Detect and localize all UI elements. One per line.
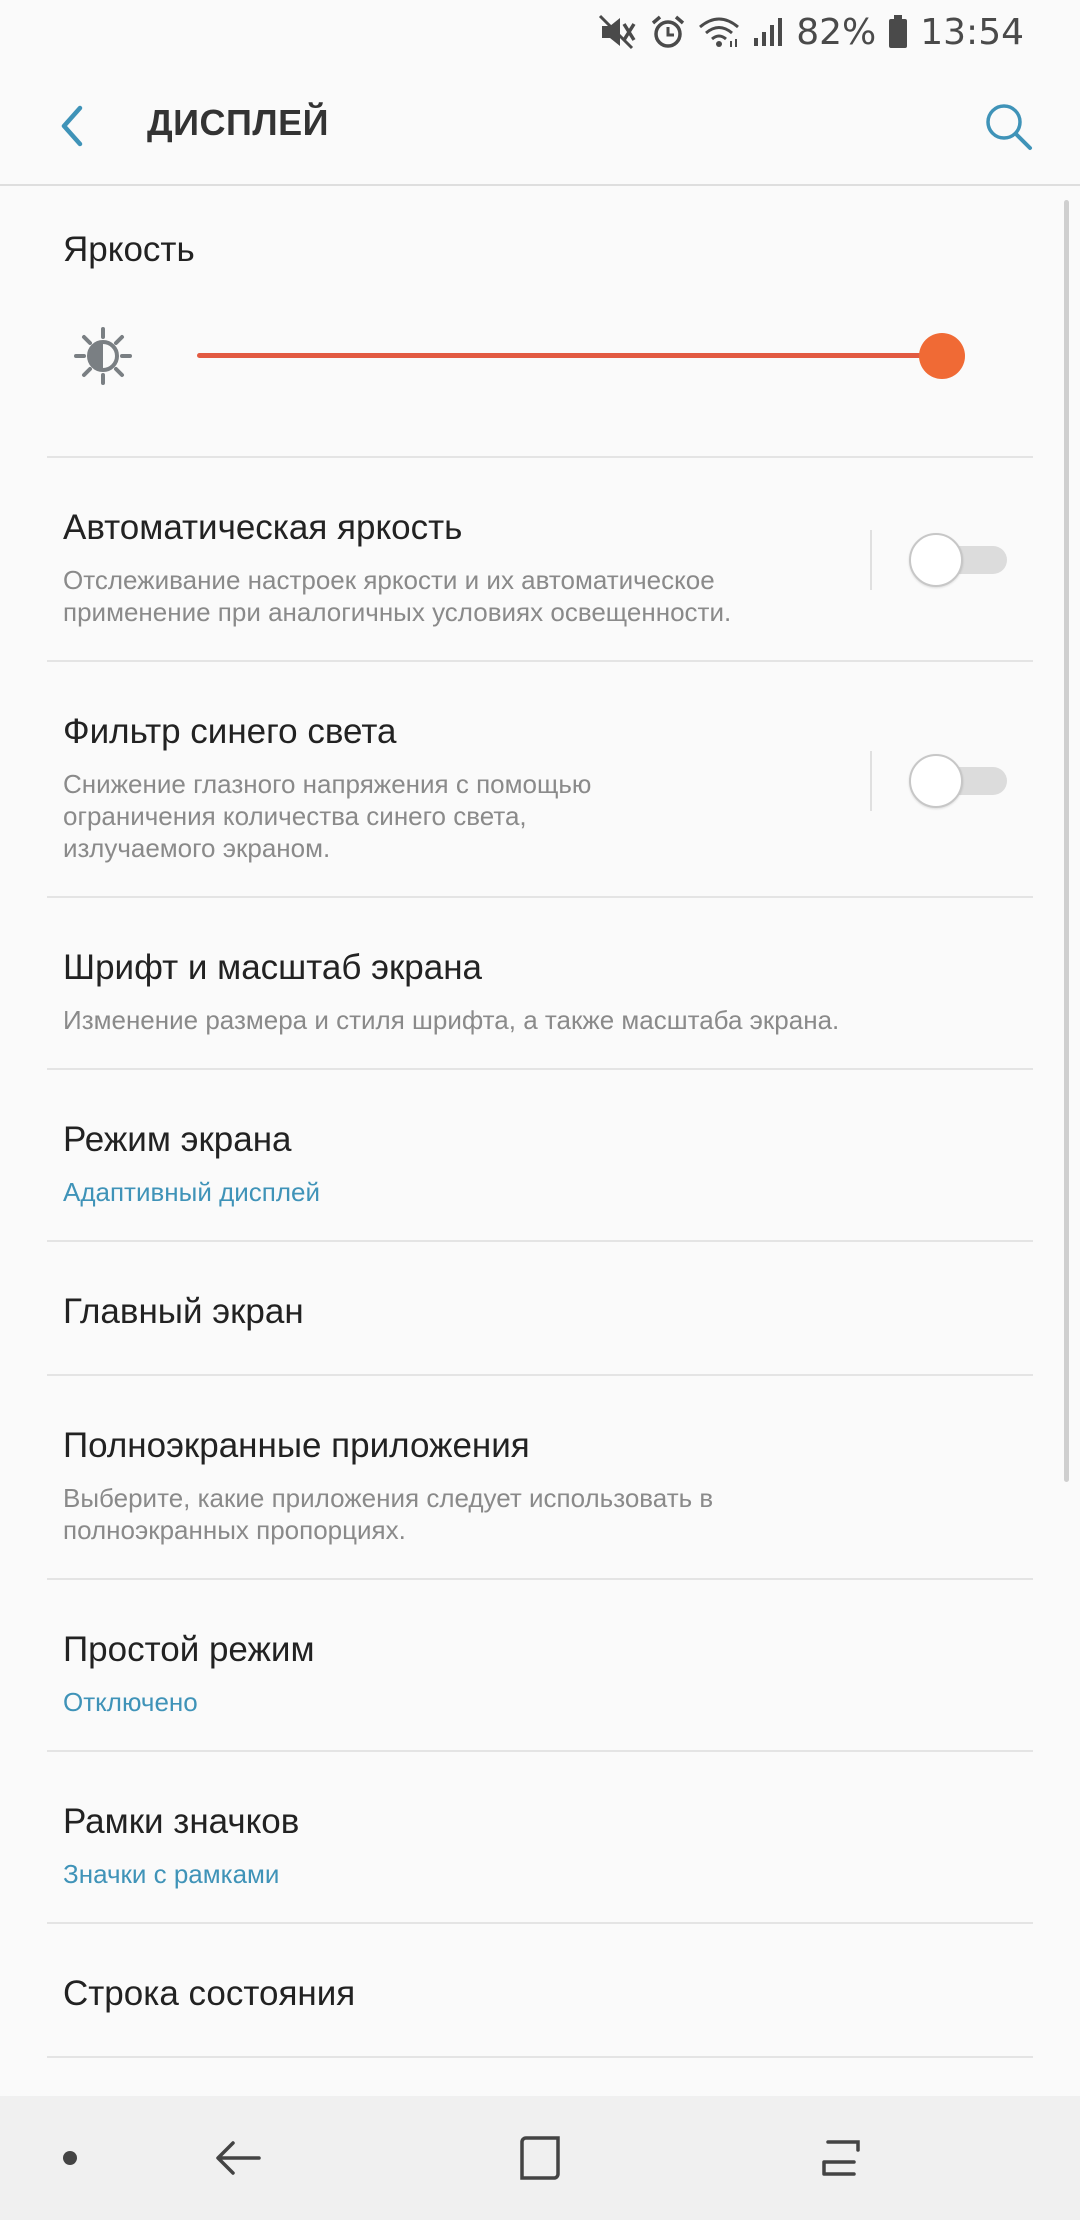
- brightness-icon: [74, 327, 132, 385]
- setting-title: Полноэкранные приложения: [63, 1426, 530, 1465]
- dot-icon: [63, 2151, 77, 2165]
- brightness-section: Яркость: [47, 186, 1033, 458]
- setting-title: Фильтр синего света: [63, 712, 397, 751]
- setting-fullscreen-apps[interactable]: Полноэкранные приложения Выберите, какие…: [47, 1376, 1033, 1580]
- alarm-icon: [650, 14, 686, 50]
- chevron-left-icon: [61, 105, 83, 147]
- brightness-slider-track[interactable]: [197, 353, 947, 358]
- setting-subtitle: Изменение размера и стиля шрифта, а такж…: [63, 1005, 840, 1035]
- setting-subtitle: Отслеживание настроек яркости и их автом…: [63, 565, 732, 627]
- setting-title: Главный экран: [63, 1292, 304, 1331]
- setting-icon-frames[interactable]: Рамки значков Значки с рамками: [47, 1752, 1033, 1924]
- settings-list: Яркость Автоматическая яркость Отслежива…: [0, 186, 1080, 2096]
- signal-icon: [752, 16, 784, 48]
- back-arrow-icon: [216, 2141, 261, 2175]
- navigation-bar: [0, 2096, 1080, 2220]
- setting-subtitle-line: ограничения количества синего света,: [63, 801, 527, 831]
- setting-title: Режим экрана: [63, 1120, 292, 1159]
- setting-subtitle: Выберите, какие приложения следует испол…: [63, 1483, 714, 1545]
- wifi-icon: [698, 15, 740, 49]
- setting-value: Отключено: [63, 1687, 198, 1717]
- setting-title: Шрифт и масштаб экрана: [63, 948, 483, 987]
- clock: 13:54: [920, 11, 1024, 53]
- setting-font-scale[interactable]: Шрифт и масштаб экрана Изменение размера…: [47, 898, 1033, 1070]
- auto-brightness-toggle[interactable]: [909, 533, 1009, 587]
- brightness-slider-thumb[interactable]: [919, 333, 965, 379]
- blue-light-filter-toggle[interactable]: [909, 754, 1009, 808]
- setting-home-screen[interactable]: Главный экран: [47, 1242, 1033, 1376]
- setting-value: Адаптивный дисплей: [63, 1177, 321, 1207]
- setting-subtitle-line: излучаемого экраном.: [63, 833, 331, 863]
- nav-dot-button[interactable]: [30, 2118, 110, 2198]
- status-bar: 82% 13:54: [0, 0, 1080, 64]
- setting-status-bar[interactable]: Строка состояния: [47, 1924, 1033, 2058]
- recents-icon: [822, 2140, 860, 2176]
- battery-percent: 82%: [796, 11, 877, 53]
- page-title: ДИСПЛЕЙ: [147, 102, 330, 143]
- setting-blue-light-filter[interactable]: Фильтр синего света Снижение глазного на…: [47, 662, 1033, 898]
- nav-home-button[interactable]: [500, 2118, 580, 2198]
- nav-recents-button[interactable]: [802, 2118, 882, 2198]
- toggle-divider: [870, 530, 872, 590]
- setting-title: Простой режим: [63, 1630, 315, 1669]
- app-bar: ДИСПЛЕЙ: [0, 64, 1080, 186]
- setting-subtitle-line: Снижение глазного напряжения с помощью: [63, 769, 592, 799]
- setting-title: Рамки значков: [63, 1802, 300, 1841]
- setting-title: Автоматическая яркость: [63, 508, 463, 547]
- toggle-divider: [870, 751, 872, 811]
- mute-icon: [598, 14, 638, 50]
- setting-value: Значки с рамками: [63, 1859, 280, 1889]
- setting-screen-mode[interactable]: Режим экрана Адаптивный дисплей: [47, 1070, 1033, 1242]
- setting-auto-brightness[interactable]: Автоматическая яркость Отслеживание наст…: [47, 458, 1033, 662]
- scrollbar[interactable]: [1064, 200, 1069, 1482]
- back-button[interactable]: [40, 94, 104, 158]
- toggle-knob: [909, 533, 963, 587]
- toggle-knob: [909, 754, 963, 808]
- nav-back-button[interactable]: [198, 2118, 278, 2198]
- search-icon: [986, 104, 1032, 150]
- setting-easy-mode[interactable]: Простой режим Отключено: [47, 1580, 1033, 1752]
- brightness-title: Яркость: [63, 230, 195, 269]
- home-square-icon: [520, 2136, 560, 2180]
- setting-title: Строка состояния: [63, 1974, 356, 2013]
- battery-icon: [888, 15, 908, 49]
- search-button[interactable]: [976, 94, 1040, 158]
